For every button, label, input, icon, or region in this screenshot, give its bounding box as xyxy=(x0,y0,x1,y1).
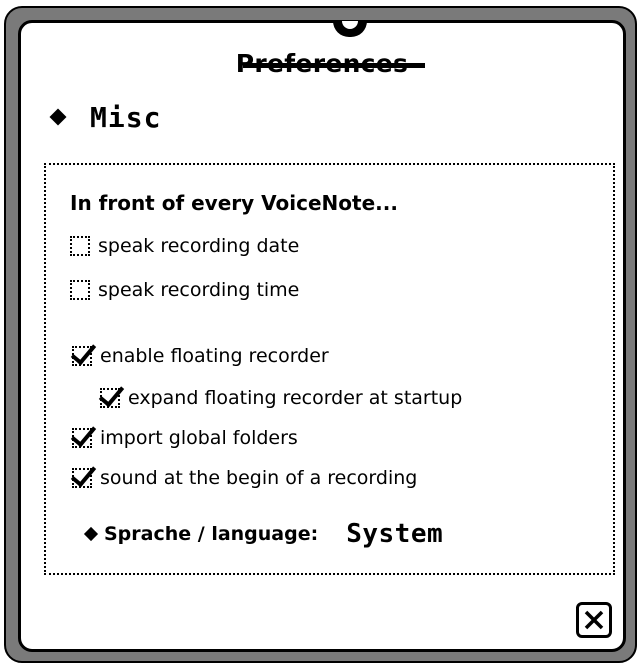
title-underline xyxy=(243,63,425,68)
section-picker[interactable]: Misc xyxy=(49,98,162,136)
option-floating-recorder[interactable]: enable floating recorder xyxy=(72,345,329,367)
language-value[interactable]: System xyxy=(346,519,443,549)
checkbox-sound-begin[interactable] xyxy=(72,468,92,488)
options-panel: In front of every VoiceNote... speak rec… xyxy=(44,163,615,575)
option-label: import global folders xyxy=(100,427,298,449)
checkbox-floating-recorder[interactable] xyxy=(72,346,92,366)
checkbox-speak-date[interactable] xyxy=(70,236,90,256)
checkbox-import-folders[interactable] xyxy=(72,428,92,448)
option-label: speak recording date xyxy=(98,235,300,257)
checkbox-speak-time[interactable] xyxy=(70,280,90,300)
diamond-icon xyxy=(49,108,67,126)
option-speak-date[interactable]: speak recording date xyxy=(70,235,299,257)
option-label: enable floating recorder xyxy=(100,345,329,367)
panel-heading: In front of every VoiceNote... xyxy=(70,191,398,215)
option-expand-recorder[interactable]: expand floating recorder at startup xyxy=(100,387,462,409)
close-icon xyxy=(584,610,604,630)
option-speak-time[interactable]: speak recording time xyxy=(70,279,299,301)
option-import-folders[interactable]: import global folders xyxy=(72,427,298,449)
checkbox-expand-recorder[interactable] xyxy=(100,388,120,408)
diamond-icon xyxy=(83,526,99,542)
language-label: Sprache / language: xyxy=(104,523,319,545)
close-button[interactable] xyxy=(576,602,612,638)
window-drag-handle[interactable] xyxy=(333,21,367,37)
option-label: sound at the begin of a recording xyxy=(100,467,418,489)
option-label: speak recording time xyxy=(98,279,300,301)
option-sound-begin[interactable]: sound at the begin of a recording xyxy=(72,467,417,489)
section-label: Misc xyxy=(90,100,162,134)
option-label: expand floating recorder at startup xyxy=(128,387,463,409)
language-picker[interactable]: Sprache / language: System xyxy=(83,519,443,549)
